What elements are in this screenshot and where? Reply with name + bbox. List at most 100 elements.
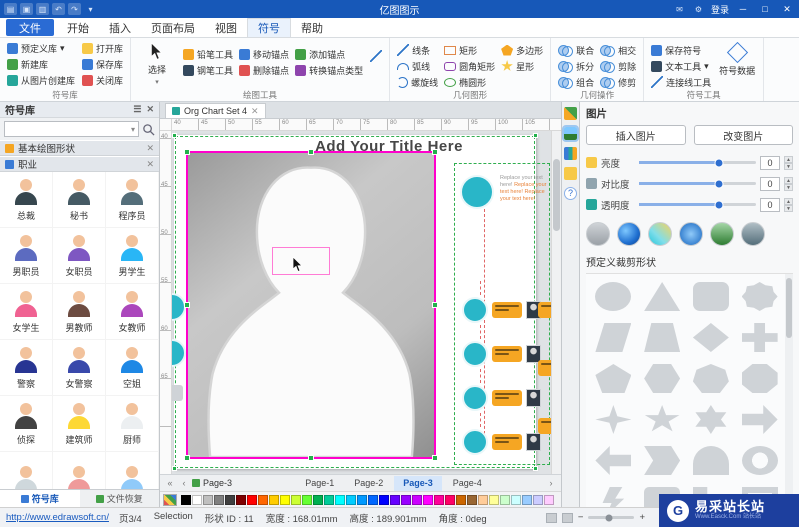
color-swatch[interactable] xyxy=(225,494,235,505)
org-circle[interactable] xyxy=(462,429,488,455)
scrollbar-thumb[interactable] xyxy=(553,159,560,231)
color-swatch[interactable] xyxy=(280,494,290,505)
color-swatch[interactable] xyxy=(467,494,477,505)
close-button[interactable]: ✕ xyxy=(779,4,795,15)
pencil-tool-button[interactable]: 铅笔工具 xyxy=(181,46,235,62)
org-circle[interactable] xyxy=(462,297,488,323)
tab-page-layout[interactable]: 页面布局 xyxy=(141,18,205,37)
customize-quick-access-icon[interactable]: ▾ xyxy=(84,3,97,15)
star-shape-button[interactable]: 星形 xyxy=(499,58,545,74)
star6-crop-shape[interactable] xyxy=(695,405,727,434)
page-tab[interactable]: Page-4 xyxy=(444,476,491,491)
website-link[interactable]: http://www.edrawsoft.cn/ xyxy=(6,512,109,523)
next-page-icon[interactable]: › xyxy=(545,478,557,488)
profession-item[interactable] xyxy=(0,452,53,489)
lightning-crop-shape[interactable] xyxy=(602,487,625,507)
profession-item[interactable]: 秘书 xyxy=(53,172,106,228)
gear-icon[interactable]: ⚙ xyxy=(692,3,705,15)
half-circle-crop-shape[interactable] xyxy=(692,446,729,475)
arc-shape-button[interactable]: 弧线 xyxy=(395,58,440,74)
picture-panel-icon[interactable] xyxy=(562,125,579,142)
org-unit[interactable] xyxy=(462,325,541,369)
clipart-icon[interactable] xyxy=(564,107,577,120)
line-shape-button[interactable]: 线条 xyxy=(395,42,440,58)
org-unit[interactable] xyxy=(462,369,541,413)
hexagon-crop-shape[interactable] xyxy=(644,364,681,393)
page-tab[interactable]: Page-1 xyxy=(296,476,343,491)
profession-item[interactable]: 侦探 xyxy=(0,396,53,452)
symbol-data-button[interactable]: 符号数据 xyxy=(716,40,758,77)
brightness-spinner[interactable]: ▲ ▼ xyxy=(784,155,793,170)
minimize-button[interactable]: ─ xyxy=(735,4,751,14)
save-library-button[interactable]: 保存库 xyxy=(80,56,125,72)
ellipse-crop-shape[interactable] xyxy=(595,282,632,311)
union-button[interactable]: 联合 xyxy=(556,42,596,58)
arrow-right-crop-shape[interactable] xyxy=(741,405,778,434)
color-swatch[interactable] xyxy=(500,494,510,505)
org-unit[interactable] xyxy=(462,413,541,457)
search-icon[interactable] xyxy=(142,123,155,136)
prev-page-icon[interactable]: ‹ xyxy=(178,478,190,488)
parallelogram-crop-shape[interactable] xyxy=(595,323,632,352)
symbol-search-input[interactable]: ▾ xyxy=(4,121,139,137)
zoom-in-icon[interactable]: + xyxy=(639,512,645,523)
tab-help[interactable]: 帮助 xyxy=(291,18,333,37)
trees-thumbnail[interactable] xyxy=(710,222,734,246)
org-unit-clipped[interactable] xyxy=(538,411,551,441)
portrait-thumbnail[interactable] xyxy=(586,222,610,246)
org-unit-clipped[interactable] xyxy=(538,469,551,474)
org-circle[interactable] xyxy=(462,385,488,411)
color-swatch[interactable] xyxy=(544,494,554,505)
zoom-slider[interactable] xyxy=(588,514,635,521)
cross-crop-shape[interactable] xyxy=(741,323,778,352)
page[interactable]: Add Your Title Here Replace your text he… xyxy=(172,133,551,471)
color-swatch[interactable] xyxy=(478,494,488,505)
save-symbol-button[interactable]: 保存符号 xyxy=(649,42,713,58)
zoom-knob[interactable] xyxy=(605,514,613,521)
section-basic-shapes[interactable]: 基本绘图形状 ✕ xyxy=(0,140,159,156)
profession-item[interactable]: 建筑师 xyxy=(53,396,106,452)
org-top-circle[interactable] xyxy=(460,175,494,209)
color-swatch[interactable] xyxy=(269,494,279,505)
intersect-button[interactable]: 相交 xyxy=(598,42,638,58)
org-clipped-box[interactable] xyxy=(172,385,183,401)
slider-knob[interactable] xyxy=(714,179,724,188)
org-box[interactable] xyxy=(492,302,522,318)
color-swatch[interactable] xyxy=(390,494,400,505)
color-swatch[interactable] xyxy=(401,494,411,505)
undo-icon[interactable]: ↶ xyxy=(52,3,65,15)
tab-view[interactable]: 视图 xyxy=(205,18,247,37)
color-swatch[interactable] xyxy=(291,494,301,505)
color-swatch[interactable] xyxy=(313,494,323,505)
color-swatch[interactable] xyxy=(181,494,191,505)
arrow-left-crop-shape[interactable] xyxy=(595,446,632,475)
convert-anchor-button[interactable]: 转换锚点类型 xyxy=(293,62,365,78)
transparency-slider[interactable] xyxy=(639,200,756,209)
section-close-icon[interactable]: ✕ xyxy=(146,143,154,154)
subtract-button[interactable]: 剪除 xyxy=(598,58,638,74)
panel-close-icon[interactable]: ✕ xyxy=(146,104,154,115)
color-swatch[interactable] xyxy=(368,494,378,505)
profession-item[interactable]: 男教师 xyxy=(53,284,106,340)
star4-crop-shape[interactable] xyxy=(595,405,632,434)
menu-icon[interactable]: ▤ xyxy=(4,3,17,15)
tab-insert[interactable]: 插入 xyxy=(99,18,141,37)
line-draw-button[interactable] xyxy=(368,48,384,64)
bottom-tab-symbol-library[interactable]: 符号库 xyxy=(0,490,80,507)
change-picture-button[interactable]: 改变图片 xyxy=(693,125,793,145)
spiral-shape-button[interactable]: 螺旋线 xyxy=(395,74,440,90)
move-anchor-button[interactable]: 移动锚点 xyxy=(237,46,291,62)
tab-symbol[interactable]: 符号 xyxy=(247,18,291,37)
heptagon-crop-shape[interactable] xyxy=(692,364,729,393)
org-unit-clipped[interactable] xyxy=(538,353,551,383)
transparency-spinner[interactable]: ▲ ▼ xyxy=(784,197,793,212)
combine-button[interactable]: 组合 xyxy=(556,74,596,90)
brightness-value[interactable]: 0 xyxy=(760,155,780,170)
ellipse-shape-button[interactable]: 椭圆形 xyxy=(442,74,497,90)
section-close-icon[interactable]: ✕ xyxy=(146,159,154,170)
earth-thumbnail[interactable] xyxy=(617,222,641,246)
selected-image[interactable] xyxy=(184,149,438,461)
color-swatch[interactable] xyxy=(522,494,532,505)
profession-item[interactable]: 女学生 xyxy=(0,284,53,340)
panel-menu-icon[interactable]: ☰ xyxy=(133,104,141,115)
